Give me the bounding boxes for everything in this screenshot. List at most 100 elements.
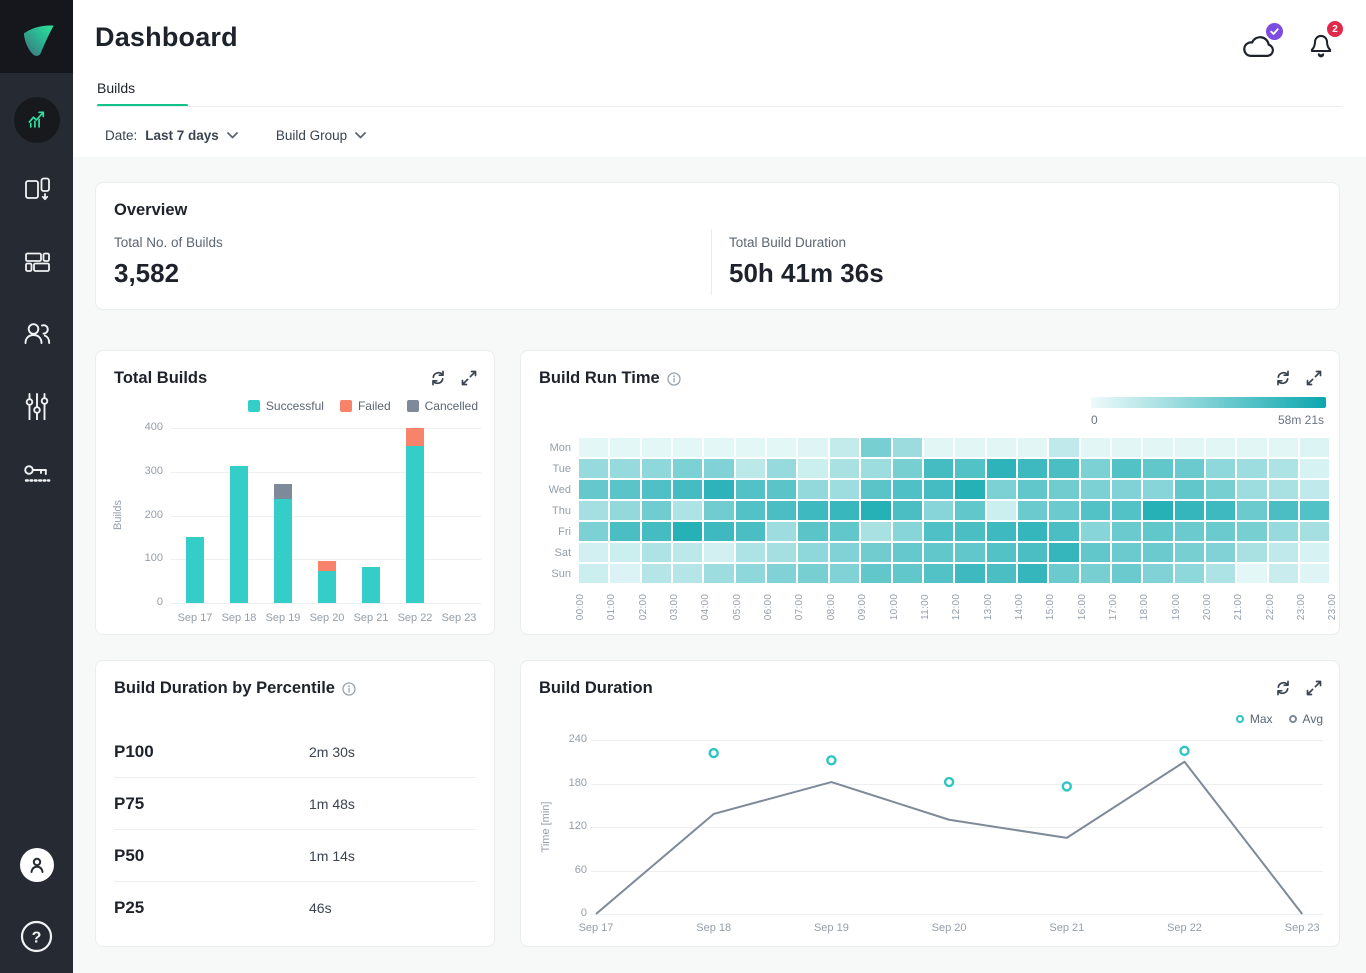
heatmap-cell	[1175, 480, 1204, 499]
tab-builds[interactable]: Builds	[97, 80, 135, 96]
day-label: Thu	[527, 505, 571, 517]
heatmap-cell	[987, 501, 1016, 520]
heatmap-cell	[955, 459, 984, 478]
heatmap-cell	[1049, 543, 1078, 562]
hour-label: 05:00	[732, 589, 744, 625]
key-icon	[22, 461, 52, 491]
heatmap-cell	[736, 543, 765, 562]
heatmap-cell	[1143, 522, 1172, 541]
heatmap-cell	[767, 459, 796, 478]
heatmap-cell	[736, 459, 765, 478]
heatmap-cell	[1175, 501, 1204, 520]
hour-label: 00:00	[575, 589, 587, 625]
sidebar-item-avatar[interactable]	[0, 848, 73, 882]
heatmap-cell	[736, 522, 765, 541]
date-filter-value: Last 7 days	[145, 128, 219, 143]
page-title: Dashboard	[95, 22, 238, 53]
tab-hairline	[97, 106, 1342, 107]
max-point	[827, 756, 835, 764]
heatmap-cell	[1175, 459, 1204, 478]
heatmap-cell	[579, 480, 608, 499]
hour-label: 23:00	[1327, 589, 1339, 625]
heatmap-cell	[893, 522, 922, 541]
heatmap-cell	[610, 543, 639, 562]
info-icon[interactable]	[342, 682, 356, 696]
heatmap-cell	[987, 543, 1016, 562]
heatmap-cell	[893, 459, 922, 478]
sidebar-item-builds-grid[interactable]	[0, 247, 73, 277]
heatmap-cell	[861, 459, 890, 478]
notifications-button[interactable]: 2	[1308, 21, 1340, 58]
insights-chart-icon	[21, 104, 53, 136]
overview-divider	[711, 229, 712, 295]
heatmap-cell	[1300, 480, 1329, 499]
sidebar-item-apps[interactable]	[0, 175, 73, 205]
hour-label: 07:00	[794, 589, 806, 625]
heatmap-cell	[830, 480, 859, 499]
heatmap-cell	[861, 501, 890, 520]
heatmap-cell	[642, 501, 671, 520]
heatmap-cell	[955, 438, 984, 457]
table-row: P25 46s	[114, 882, 476, 934]
cloud-status-button[interactable]	[1241, 23, 1283, 59]
heatmap-cell	[1269, 522, 1298, 541]
y-tick-label: 400	[123, 421, 163, 433]
sidebar-item-credentials[interactable]	[0, 461, 73, 491]
heatmap-cell	[1143, 480, 1172, 499]
heatmap-cell	[924, 438, 953, 457]
heatmap-cell	[830, 438, 859, 457]
bar-segment-successful	[274, 499, 292, 603]
heatmap-cell	[767, 522, 796, 541]
heatmap-cell	[642, 522, 671, 541]
heatmap-cell	[673, 522, 702, 541]
date-filter[interactable]: Date: Last 7 days	[105, 128, 238, 143]
bar-segment-successful	[318, 571, 336, 603]
heatmap-cell	[673, 459, 702, 478]
heatmap-cell	[610, 480, 639, 499]
heatmap-cell	[861, 564, 890, 583]
heatmap-cell	[893, 543, 922, 562]
heatmap-cell	[955, 543, 984, 562]
heatmap-cell	[1018, 522, 1047, 541]
heatmap-cell	[767, 438, 796, 457]
heatmap-cell	[642, 480, 671, 499]
hour-label: 06:00	[763, 589, 775, 625]
hour-label: 17:00	[1108, 589, 1120, 625]
percentile-label: P100	[114, 742, 309, 762]
hour-label: 15:00	[1045, 589, 1057, 625]
heatmap-cell	[1269, 480, 1298, 499]
heatmap-cell	[704, 480, 733, 499]
sidebar-item-logo[interactable]	[0, 0, 73, 73]
heatmap-cell	[1300, 459, 1329, 478]
percentile-value: 1m 48s	[309, 796, 355, 812]
hour-label: 16:00	[1077, 589, 1089, 625]
heatmap-cell	[798, 522, 827, 541]
heatmap-cell	[798, 564, 827, 583]
build-duration-line-chart	[521, 661, 1341, 948]
percentile-value: 1m 14s	[309, 848, 355, 864]
sidebar-item-settings[interactable]	[0, 390, 73, 420]
build-duration-card: Build Duration Max Avg	[520, 660, 1340, 947]
heatmap-cell	[830, 522, 859, 541]
metric-value: 3,582	[114, 258, 223, 289]
heatmap-cell	[1300, 501, 1329, 520]
heatmap-cell	[1300, 564, 1329, 583]
heatmap-cell	[1049, 564, 1078, 583]
sidebar-item-help[interactable]: ?	[0, 920, 73, 953]
heatmap-cell	[1237, 459, 1266, 478]
sidebar-item-members[interactable]	[0, 318, 73, 348]
percentile-value: 2m 30s	[309, 744, 355, 760]
sidebar-item-insights[interactable]	[0, 97, 73, 143]
hour-label: 19:00	[1171, 589, 1183, 625]
sidebar: ?	[0, 0, 73, 973]
heatmap-cell	[1206, 522, 1235, 541]
cloud-check-badge	[1266, 23, 1283, 40]
metric-total-builds: Total No. of Builds 3,582	[114, 235, 223, 289]
heatmap-cell	[924, 480, 953, 499]
total-builds-chart: 0100200300400Sep 17Sep 18Sep 19Sep 20Sep…	[96, 351, 494, 634]
build-group-filter[interactable]: Build Group	[276, 128, 366, 143]
metric-value: 50h 41m 36s	[729, 258, 884, 289]
svg-text:?: ?	[32, 930, 42, 947]
hour-label: 22:00	[1265, 589, 1277, 625]
bar-segment-successful	[186, 537, 204, 603]
